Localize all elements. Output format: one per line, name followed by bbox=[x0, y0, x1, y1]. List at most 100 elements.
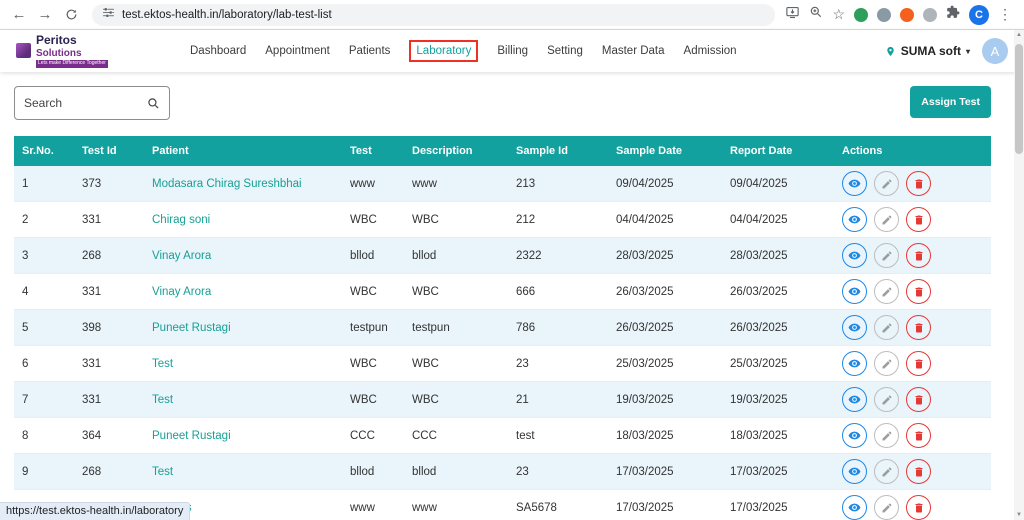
view-button[interactable] bbox=[842, 315, 867, 340]
scrollbar-thumb[interactable] bbox=[1015, 44, 1023, 154]
sample-date-cell: 19/03/2025 bbox=[608, 382, 722, 418]
site-info-icon[interactable] bbox=[102, 6, 115, 24]
peritos-cube-icon bbox=[16, 43, 31, 58]
view-button[interactable] bbox=[842, 171, 867, 196]
view-button[interactable] bbox=[842, 207, 867, 232]
nav-item-appointment[interactable]: Appointment bbox=[265, 45, 330, 57]
edit-button[interactable] bbox=[874, 171, 899, 196]
edit-button[interactable] bbox=[874, 351, 899, 376]
trash-icon bbox=[913, 178, 925, 190]
trash-icon bbox=[913, 286, 925, 298]
url-text: test.ektos-health.in/laboratory/lab-test… bbox=[122, 9, 332, 21]
report-date-cell: 18/03/2025 bbox=[722, 418, 834, 454]
zoom-icon[interactable] bbox=[809, 5, 823, 24]
delete-button[interactable] bbox=[906, 351, 931, 376]
edit-button[interactable] bbox=[874, 279, 899, 304]
test-cell: CCC bbox=[342, 418, 404, 454]
edit-button[interactable] bbox=[874, 207, 899, 232]
user-avatar[interactable]: A bbox=[982, 38, 1008, 64]
view-button[interactable] bbox=[842, 387, 867, 412]
patient-link[interactable]: Vinay Arora bbox=[152, 250, 211, 262]
extension-icon-4[interactable] bbox=[923, 8, 937, 22]
test-cell: www bbox=[342, 490, 404, 520]
test-id-cell: 331 bbox=[74, 382, 144, 418]
url-bar[interactable]: test.ektos-health.in/laboratory/lab-test… bbox=[92, 4, 775, 26]
nav-item-admission[interactable]: Admission bbox=[684, 45, 737, 57]
test-cell: WBC bbox=[342, 346, 404, 382]
extension-icon-1[interactable] bbox=[854, 8, 868, 22]
patient-link[interactable]: Chirag soni bbox=[152, 214, 210, 226]
patient-link[interactable]: Vinay Arora bbox=[152, 286, 211, 298]
sample-id-cell: 213 bbox=[508, 166, 608, 202]
table-row: 3268Vinay Arorabllodbllod232228/03/20252… bbox=[14, 238, 991, 274]
table-row: 9268Testbllodbllod2317/03/202517/03/2025 bbox=[14, 454, 991, 490]
test-cell: WBC bbox=[342, 274, 404, 310]
extension-icon-3[interactable] bbox=[900, 8, 914, 22]
edit-button[interactable] bbox=[874, 459, 899, 484]
extension-icon-2[interactable] bbox=[877, 8, 891, 22]
pencil-icon bbox=[881, 214, 893, 226]
view-button[interactable] bbox=[842, 495, 867, 520]
delete-button[interactable] bbox=[906, 207, 931, 232]
edit-button[interactable] bbox=[874, 243, 899, 268]
toolbar: Assign Test bbox=[14, 86, 991, 120]
sample-date-cell: 17/03/2025 bbox=[608, 490, 722, 520]
patient-link[interactable]: Puneet Rustagi bbox=[152, 322, 231, 334]
patient-link[interactable]: Modasara Chirag Sureshbhai bbox=[152, 178, 302, 190]
delete-button[interactable] bbox=[906, 459, 931, 484]
view-button[interactable] bbox=[842, 243, 867, 268]
browser-menu-icon[interactable]: ⋮ bbox=[998, 6, 1012, 23]
nav-item-setting[interactable]: Setting bbox=[547, 45, 583, 57]
vertical-scrollbar[interactable]: ▲ ▼ bbox=[1014, 30, 1024, 520]
forward-button[interactable]: → bbox=[34, 4, 56, 26]
actions-cell bbox=[834, 202, 991, 238]
delete-button[interactable] bbox=[906, 495, 931, 520]
eye-icon bbox=[848, 393, 861, 406]
bookmark-star-icon[interactable]: ☆ bbox=[832, 6, 845, 23]
report-date-cell: 09/04/2025 bbox=[722, 166, 834, 202]
delete-button[interactable] bbox=[906, 387, 931, 412]
test-id-cell: 268 bbox=[74, 238, 144, 274]
scroll-down-icon[interactable]: ▼ bbox=[1014, 512, 1024, 518]
view-button[interactable] bbox=[842, 423, 867, 448]
extensions-puzzle-icon[interactable] bbox=[946, 5, 960, 24]
nav-item-laboratory[interactable]: Laboratory bbox=[409, 40, 478, 62]
assign-test-button[interactable]: Assign Test bbox=[910, 86, 991, 118]
patient-link[interactable]: Puneet Rustagi bbox=[152, 430, 231, 442]
nav-item-billing[interactable]: Billing bbox=[497, 45, 528, 57]
patient-link[interactable]: Test bbox=[152, 466, 173, 478]
edit-button[interactable] bbox=[874, 387, 899, 412]
nav-item-patients[interactable]: Patients bbox=[349, 45, 391, 57]
delete-button[interactable] bbox=[906, 279, 931, 304]
view-button[interactable] bbox=[842, 351, 867, 376]
delete-button[interactable] bbox=[906, 423, 931, 448]
view-button[interactable] bbox=[842, 279, 867, 304]
nav-item-master-data[interactable]: Master Data bbox=[602, 45, 665, 57]
patient-link[interactable]: Test bbox=[152, 394, 173, 406]
edit-button[interactable] bbox=[874, 495, 899, 520]
nav-item-dashboard[interactable]: Dashboard bbox=[190, 45, 246, 57]
edit-button[interactable] bbox=[874, 423, 899, 448]
org-selector[interactable]: SUMA soft ▾ bbox=[885, 44, 970, 58]
browser-chrome: ← → test.ektos-health.in/laboratory/lab-… bbox=[0, 0, 1024, 30]
search-icon[interactable] bbox=[147, 97, 160, 110]
delete-button[interactable] bbox=[906, 243, 931, 268]
edit-button[interactable] bbox=[874, 315, 899, 340]
scroll-up-icon[interactable]: ▲ bbox=[1014, 32, 1024, 38]
description-cell: WBC bbox=[404, 274, 508, 310]
reload-button[interactable] bbox=[60, 4, 82, 26]
trash-icon bbox=[913, 430, 925, 442]
eye-icon bbox=[848, 465, 861, 478]
delete-button[interactable] bbox=[906, 171, 931, 196]
profile-avatar[interactable]: C bbox=[969, 5, 989, 25]
delete-button[interactable] bbox=[906, 315, 931, 340]
eye-icon bbox=[848, 429, 861, 442]
sample-date-cell: 26/03/2025 bbox=[608, 310, 722, 346]
install-icon[interactable] bbox=[785, 5, 800, 25]
actions-cell bbox=[834, 238, 991, 274]
view-button[interactable] bbox=[842, 459, 867, 484]
column-header: Sample Id bbox=[508, 136, 608, 166]
back-button[interactable]: ← bbox=[8, 4, 30, 26]
search-input[interactable] bbox=[24, 96, 147, 110]
patient-link[interactable]: Test bbox=[152, 358, 173, 370]
